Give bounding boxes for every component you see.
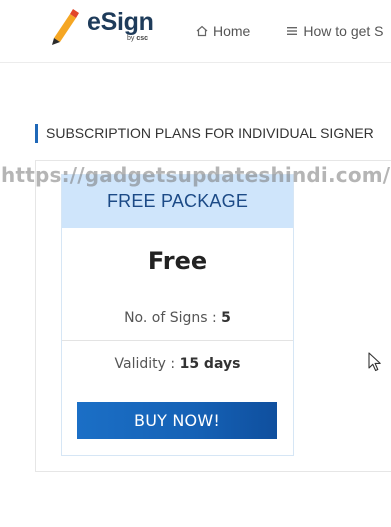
nav-item-how-to-get[interactable]: How to get S bbox=[286, 23, 384, 39]
plan-price: Free bbox=[147, 247, 208, 275]
plan-name: FREE PACKAGE bbox=[62, 175, 293, 228]
nav-item-home[interactable]: Home bbox=[196, 23, 250, 39]
logo-org: csc bbox=[136, 35, 149, 42]
plan-card-free: FREE PACKAGE Free No. of Signs : 5 Valid… bbox=[61, 174, 294, 456]
main-nav: Home How to get S bbox=[196, 22, 384, 40]
esign-logo[interactable]: eSign by csc bbox=[48, 8, 163, 48]
plan-signs-label: No. of Signs : bbox=[124, 310, 217, 326]
list-icon bbox=[287, 27, 298, 35]
plan-validity: Validity : 15 days bbox=[62, 356, 293, 372]
site-header: eSign by csc Home How to get S bbox=[0, 0, 391, 63]
logo-by: by bbox=[127, 35, 135, 42]
logo-brand-text: eSign bbox=[87, 8, 154, 36]
plan-signs: No. of Signs : 5 bbox=[62, 310, 293, 326]
plan-validity-label: Validity : bbox=[114, 356, 176, 372]
home-icon bbox=[196, 25, 208, 37]
section-title: SUBSCRIPTION PLANS FOR INDIVIDUAL SIGNER bbox=[35, 124, 374, 143]
pen-logo-icon bbox=[52, 9, 79, 45]
plan-signs-value: 5 bbox=[221, 310, 231, 326]
nav-item-home-label: Home bbox=[213, 23, 251, 39]
plan-validity-value: 15 days bbox=[179, 356, 241, 372]
logo-byline: by csc bbox=[127, 35, 148, 42]
buy-now-button[interactable]: BUY NOW! bbox=[77, 402, 277, 439]
nav-item-how-to-get-label: How to get S bbox=[303, 23, 384, 39]
card-divider bbox=[62, 340, 293, 341]
mouse-cursor-icon bbox=[368, 352, 381, 372]
